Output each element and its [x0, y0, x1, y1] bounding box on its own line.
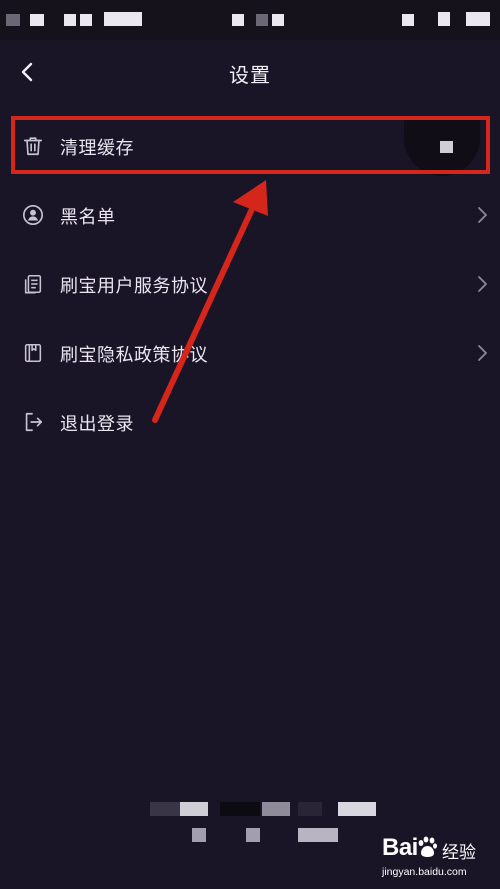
menu-item-label: 刷宝用户服务协议 [60, 276, 208, 297]
footer-pixel [192, 828, 206, 842]
footer-pixel [262, 802, 290, 816]
status-pixel [402, 14, 414, 26]
status-pixel [466, 12, 490, 26]
trash-icon [23, 137, 43, 156]
settings-menu: 清理缓存 黑名单 刷宝用户服务协议 刷宝隐私政策协议 退出登录 [0, 112, 500, 457]
nav-bar: 设置 [0, 40, 500, 106]
menu-item-label: 刷宝隐私政策协议 [60, 345, 208, 366]
status-pixel [272, 14, 284, 26]
page-title: 设置 [229, 63, 271, 87]
footer-pixel [298, 828, 338, 842]
watermark-domain: jingyan.baidu.com [382, 866, 467, 878]
chevron-right-icon [478, 345, 487, 361]
watermark-tag: 经验 [442, 843, 476, 863]
menu-item-clear-cache[interactable]: 清理缓存 [0, 112, 500, 181]
menu-item-blacklist[interactable]: 黑名单 [0, 181, 500, 250]
menu-item-logout[interactable]: 退出登录 [0, 388, 500, 457]
cache-size-pixel [440, 141, 453, 153]
status-pixel [30, 14, 44, 26]
footer-pixel [180, 802, 208, 816]
chevron-right-icon [478, 276, 487, 292]
footer-pixel [246, 828, 260, 842]
chevron-right-icon [478, 207, 487, 223]
menu-item-label: 黑名单 [60, 207, 116, 228]
watermark-brand: Bai [382, 834, 418, 861]
status-pixel [232, 14, 244, 26]
paw-icon [418, 836, 437, 857]
footer-pixel [220, 802, 260, 816]
status-pixel [6, 14, 20, 26]
book-icon [24, 343, 42, 363]
footer-pixel [338, 802, 376, 816]
document-icon [24, 274, 42, 294]
footer-pixel [298, 802, 322, 816]
menu-item-label: 退出登录 [60, 414, 134, 435]
footer-pixel [150, 802, 180, 816]
status-pixel [104, 12, 142, 26]
baidu-jingyan-watermark: Bai 经验 jingyan.baidu.com [382, 834, 500, 886]
status-bar [0, 0, 500, 40]
status-pixel [64, 14, 76, 26]
menu-item-privacy-policy[interactable]: 刷宝隐私政策协议 [0, 319, 500, 388]
logout-icon [25, 412, 43, 432]
status-pixel [438, 12, 450, 26]
menu-item-user-agreement[interactable]: 刷宝用户服务协议 [0, 250, 500, 319]
menu-item-label: 清理缓存 [60, 138, 134, 159]
block-user-icon [23, 205, 43, 225]
status-pixel [80, 14, 92, 26]
status-pixel [256, 14, 268, 26]
